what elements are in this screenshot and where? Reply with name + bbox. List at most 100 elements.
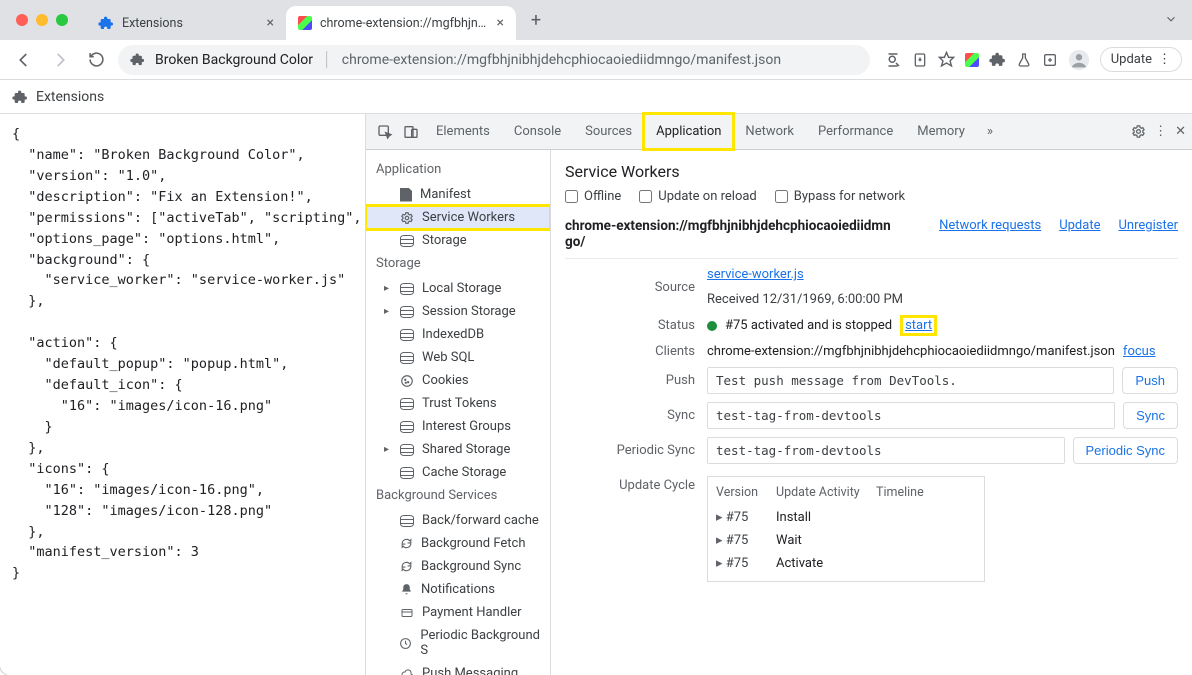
update-button[interactable]: Update ⋮ [1100, 47, 1182, 72]
sidebar-item-label: IndexedDB [422, 327, 484, 342]
sidebar-item-back-forward-cache[interactable]: Back/forward cache [366, 509, 550, 532]
update-cycle-row[interactable]: #75Wait [716, 529, 976, 552]
update-cycle-row[interactable]: #75Install [716, 506, 976, 529]
push-input[interactable] [707, 367, 1114, 394]
network-requests-link[interactable]: Network requests [939, 218, 1041, 233]
sidebar-item-payment-handler[interactable]: Payment Handler [366, 601, 550, 624]
extension-page-icon [298, 16, 312, 30]
devtools-tab-elements[interactable]: Elements [424, 114, 502, 149]
manifest-json-view[interactable]: { "name": "Broken Background Color", "ve… [0, 114, 365, 675]
close-tab-icon[interactable]: × [267, 15, 274, 31]
sync-icon [400, 537, 413, 550]
install-icon[interactable] [912, 52, 928, 68]
periodic-sync-button[interactable]: Periodic Sync [1073, 437, 1178, 464]
card-icon [400, 607, 414, 619]
extension-action-icon[interactable] [965, 53, 979, 67]
unregister-link[interactable]: Unregister [1118, 218, 1178, 233]
profile-avatar-icon[interactable] [1068, 49, 1090, 71]
storage-icon [400, 329, 414, 341]
puzzle-icon [98, 15, 114, 31]
gear-icon[interactable] [1131, 124, 1146, 139]
sidebar-item-web-sql[interactable]: Web SQL [366, 346, 550, 369]
sidebar-item-label: Local Storage [422, 281, 501, 296]
sidebar-item-cache-storage[interactable]: Cache Storage [366, 461, 550, 484]
sidebar-item-indexeddb[interactable]: IndexedDB [366, 323, 550, 346]
sw-start-link[interactable]: start [900, 315, 937, 336]
devtools-panel: Elements Console Sources Application Net… [365, 114, 1192, 675]
periodic-sync-input[interactable] [707, 437, 1065, 464]
back-button[interactable] [10, 46, 38, 74]
sidebar-item-manifest[interactable]: Manifest [366, 183, 550, 206]
sidebar-item-periodic-background-s[interactable]: Periodic Background S [366, 624, 550, 662]
sidebar-item-push-messaging[interactable]: Push Messaging [366, 662, 550, 675]
sidebar-item-service-workers[interactable]: Service Workers [366, 206, 550, 229]
more-tabs-icon[interactable]: » [977, 124, 1003, 139]
sidebar-item-storage[interactable]: Storage [366, 229, 550, 252]
extensions-bar-label: Extensions [36, 89, 104, 105]
close-devtools-icon[interactable]: ✕ [1175, 124, 1186, 139]
storage-icon [400, 467, 414, 479]
extensions-bar: Extensions [0, 80, 1192, 114]
new-tab-button[interactable]: + [522, 6, 550, 34]
devtools-tab-network[interactable]: Network [733, 114, 806, 149]
update-cycle-table: Version Update Activity Timeline #75Inst… [707, 476, 985, 582]
offline-checkbox[interactable]: Offline [565, 189, 621, 204]
devtools-tab-performance[interactable]: Performance [806, 114, 905, 149]
focus-client-link[interactable]: focus [1123, 344, 1156, 359]
close-tab-icon[interactable]: × [497, 15, 504, 31]
application-sidebar[interactable]: ApplicationManifestService WorkersStorag… [366, 150, 551, 675]
clock-icon [399, 637, 412, 650]
bypass-network-checkbox[interactable]: Bypass for network [775, 189, 905, 204]
sidebar-item-shared-storage[interactable]: ▸Shared Storage [366, 438, 550, 461]
search-shortcut-icon[interactable] [884, 51, 902, 69]
kebab-icon[interactable]: ⋮ [1154, 124, 1167, 139]
labs-icon[interactable] [1016, 52, 1032, 68]
browser-toolbar: Broken Background Color │ chrome-extensi… [0, 40, 1192, 80]
sidebar-item-cookies[interactable]: Cookies [366, 369, 550, 392]
devtools-tab-sources[interactable]: Sources [573, 114, 644, 149]
cycle-version: #75 [716, 556, 776, 571]
bookmark-icon[interactable] [938, 51, 955, 68]
update-on-reload-checkbox[interactable]: Update on reload [639, 189, 756, 204]
reload-button[interactable] [82, 46, 110, 74]
sw-source-link[interactable]: service-worker.js [707, 267, 804, 282]
sidebar-item-label: Push Messaging [422, 666, 518, 675]
new-page-icon[interactable] [1042, 52, 1058, 68]
sidebar-item-background-fetch[interactable]: Background Fetch [366, 532, 550, 555]
sync-button[interactable]: Sync [1123, 402, 1178, 429]
inspect-element-icon[interactable] [372, 124, 398, 140]
storage-icon [400, 283, 414, 295]
sidebar-item-interest-groups[interactable]: Interest Groups [366, 415, 550, 438]
update-cycle-row[interactable]: #75Activate [716, 552, 976, 575]
sidebar-item-label: Background Fetch [421, 536, 526, 551]
cycle-activity: Wait [776, 533, 876, 548]
zoom-window-button[interactable] [56, 14, 68, 26]
sync-icon [400, 560, 413, 573]
sidebar-item-label: Background Sync [421, 559, 521, 574]
tabs-overflow-icon[interactable] [1164, 12, 1178, 26]
sidebar-item-label: Shared Storage [422, 442, 510, 457]
browser-tab-manifest[interactable]: chrome-extension://mgfbhjnib… × [286, 6, 516, 40]
sidebar-item-session-storage[interactable]: ▸Session Storage [366, 300, 550, 323]
sidebar-item-notifications[interactable]: Notifications [366, 578, 550, 601]
device-toggle-icon[interactable] [398, 124, 424, 140]
close-window-button[interactable] [16, 14, 28, 26]
devtools-tab-application[interactable]: Application [644, 114, 733, 149]
sync-input[interactable] [707, 402, 1115, 429]
minimize-window-button[interactable] [36, 14, 48, 26]
forward-button[interactable] [46, 46, 74, 74]
browser-tab-extensions[interactable]: Extensions × [86, 6, 286, 40]
sidebar-item-background-sync[interactable]: Background Sync [366, 555, 550, 578]
sidebar-item-trust-tokens[interactable]: Trust Tokens [366, 392, 550, 415]
sidebar-item-label: Payment Handler [422, 605, 522, 620]
devtools-tab-console[interactable]: Console [502, 114, 573, 149]
omnibox[interactable]: Broken Background Color │ chrome-extensi… [118, 45, 870, 75]
sidebar-item-local-storage[interactable]: ▸Local Storage [366, 277, 550, 300]
devtools-tab-memory[interactable]: Memory [905, 114, 977, 149]
update-link[interactable]: Update [1059, 218, 1100, 233]
devtools-tabbar: Elements Console Sources Application Net… [366, 114, 1192, 150]
extensions-puzzle-icon[interactable] [989, 51, 1006, 68]
push-button[interactable]: Push [1122, 367, 1178, 394]
sidebar-item-label: Notifications [421, 582, 495, 597]
storage-icon [400, 444, 414, 456]
